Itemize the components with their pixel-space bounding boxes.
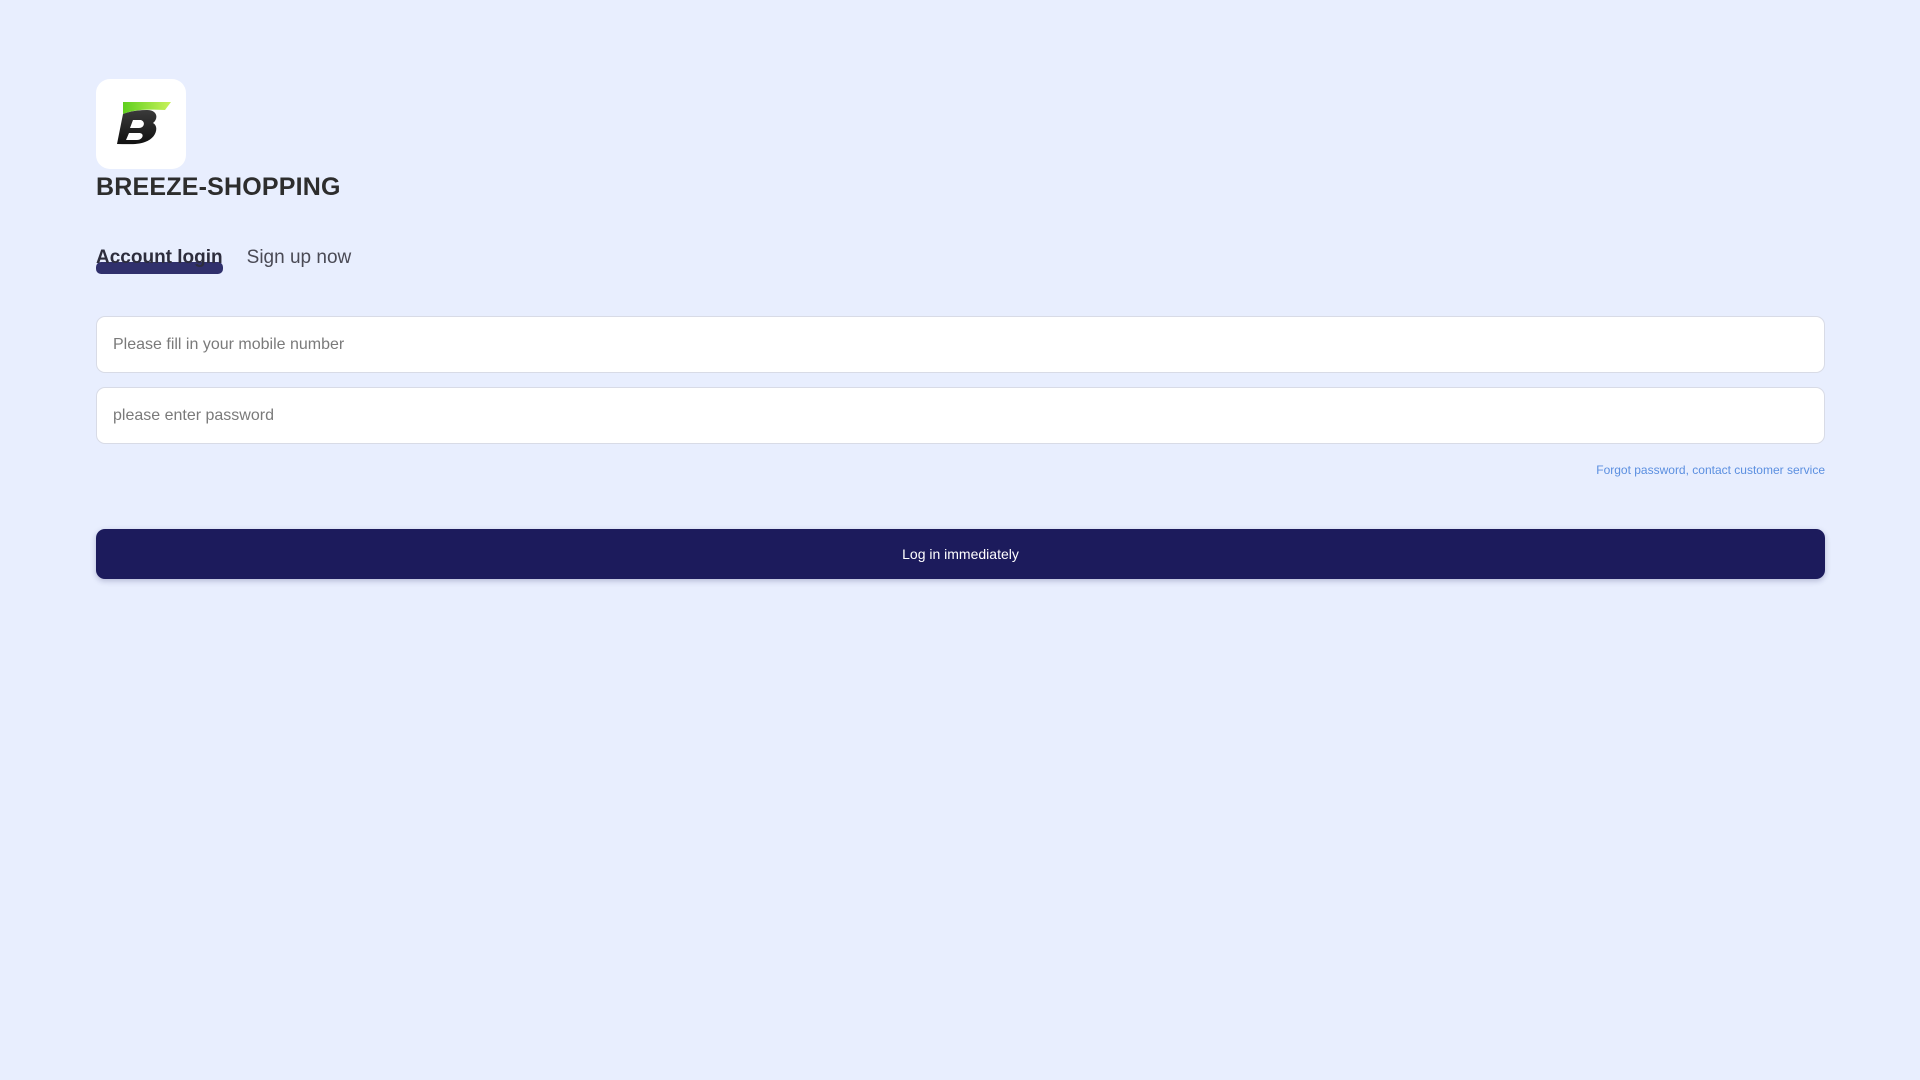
forgot-password-row: Forgot password, contact customer servic… [96,461,1825,479]
password-input[interactable] [113,406,1808,425]
tab-account-login-label: Account login [96,247,223,268]
mobile-number-field [96,316,1825,373]
login-panel: BREEZE-SHOPPING Account login Sign up no… [96,79,1825,579]
forgot-password-link[interactable]: Forgot password, contact customer servic… [1596,463,1825,477]
brand-name: BREEZE-SHOPPING [96,173,341,201]
auth-tabs: Account login Sign up now [96,244,1825,274]
tab-sign-up[interactable]: Sign up now [247,246,352,274]
brand-logo [96,79,186,169]
tab-account-login[interactable]: Account login [96,246,223,274]
tab-sign-up-label: Sign up now [246,247,352,268]
breeze-b-logo-icon [117,102,171,145]
password-field [96,387,1825,444]
login-button[interactable]: Log in immediately [96,529,1825,579]
mobile-number-input[interactable] [113,335,1808,354]
